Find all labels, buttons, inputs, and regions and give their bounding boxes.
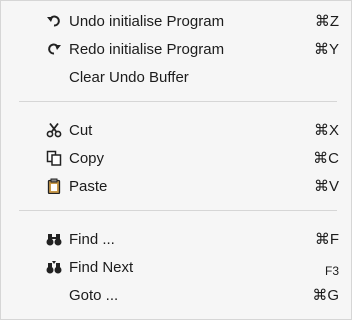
menu-item-copy[interactable]: Copy ⌘C	[1, 146, 352, 172]
undo-icon	[46, 13, 62, 29]
menu-item-find[interactable]: Find ... ⌘F	[1, 227, 352, 253]
menu-item-redo[interactable]: Redo initialise Program ⌘Y	[1, 37, 352, 63]
clipboard-icon	[46, 178, 62, 194]
shortcut-label: ⌘Z	[314, 13, 339, 30]
menu-item-clear-undo-buffer[interactable]: Clear Undo Buffer	[1, 65, 352, 91]
menu-item-label: Clear Undo Buffer	[69, 69, 189, 86]
menu-item-find-next[interactable]: Find Next F3	[1, 255, 352, 281]
shortcut-label: ⌘F	[314, 231, 339, 248]
menu-item-label: Goto ...	[69, 287, 119, 304]
shortcut-label: ⌘G	[312, 287, 339, 304]
redo-icon	[46, 41, 62, 57]
shortcut-label: ⌘C	[313, 150, 339, 167]
menu-item-label: Paste	[69, 178, 108, 195]
menu-item-label: Cut	[69, 122, 93, 139]
shortcut-label: ⌘X	[313, 122, 339, 139]
menu-item-undo[interactable]: Undo initialise Program ⌘Z	[1, 9, 352, 35]
binoculars-icon	[46, 231, 62, 247]
copy-icon	[46, 150, 62, 166]
shortcut-label: ⌘V	[313, 178, 339, 195]
menu-item-label: Copy	[69, 150, 105, 167]
menu-item-label: Redo initialise Program	[69, 41, 225, 58]
edit-menu: Undo initialise Program ⌘Z Redo initiali…	[0, 0, 352, 320]
menu-separator	[19, 210, 337, 211]
shortcut-label: ⌘Y	[313, 41, 339, 58]
find-next-icon	[46, 259, 62, 275]
menu-item-goto[interactable]: Goto ... ⌘G	[1, 283, 352, 309]
menu-item-label: Find ...	[69, 231, 115, 248]
menu-item-label: Find Next	[69, 259, 134, 276]
menu-item-label: Undo initialise Program	[69, 13, 225, 30]
menu-separator	[19, 101, 337, 102]
menu-item-cut[interactable]: Cut ⌘X	[1, 118, 352, 144]
shortcut-label: F3	[324, 264, 339, 278]
menu-item-paste[interactable]: Paste ⌘V	[1, 174, 352, 200]
scissors-icon	[46, 122, 62, 138]
